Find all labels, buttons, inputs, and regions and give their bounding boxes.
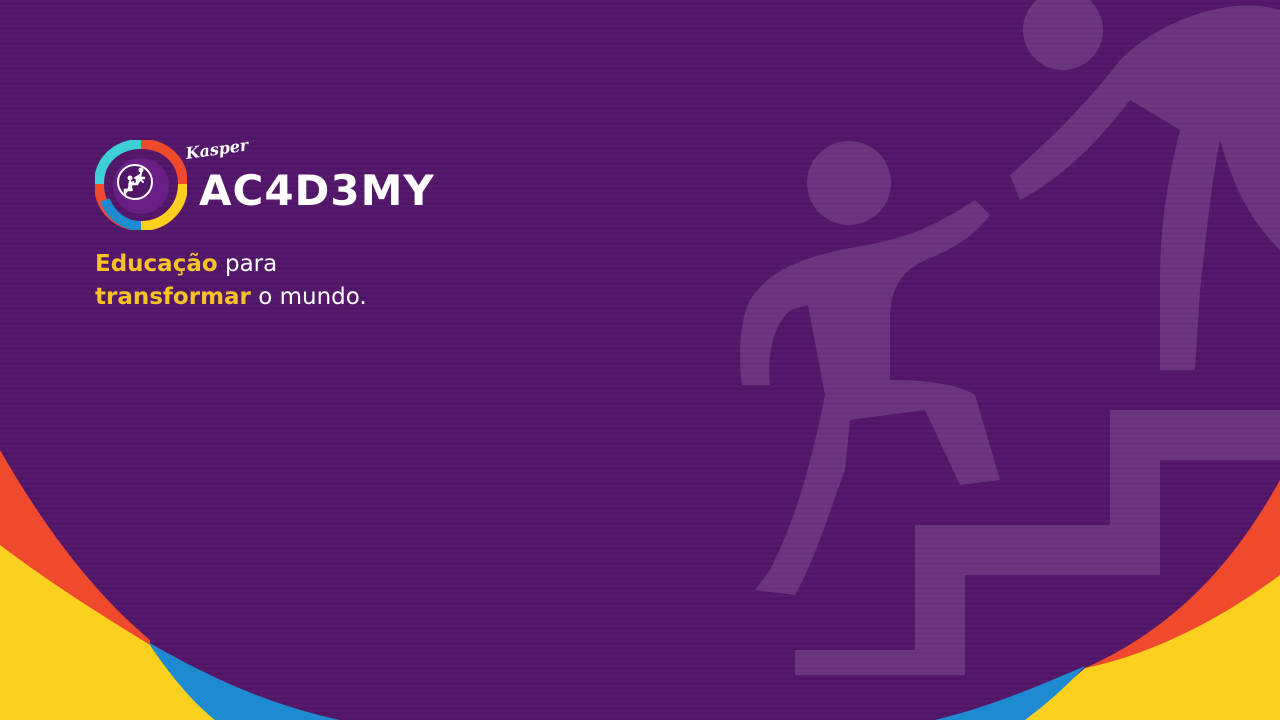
tagline-highlight-1: Educação [95,251,218,277]
tagline-text-1: para [217,251,278,277]
tagline-line-1: Educação para [95,248,515,281]
left-arc-yellow [0,545,215,720]
tagline-line-2: transformar o mundo. [95,281,515,314]
logo-script-text: Kasper [184,135,250,163]
background-illustration [0,0,1280,720]
tagline-highlight-2: transformar [95,284,251,310]
academy-logo-icon [95,140,187,230]
climber-head-icon [807,141,891,225]
helper-head-icon [1023,0,1103,70]
tagline: Educação para transformar o mundo. [95,248,515,314]
tagline-text-2: o mundo. [250,284,367,310]
brand-logo: Kasper AC4D3MY [95,135,455,230]
logo-wordmark: AC4D3MY [199,166,435,215]
